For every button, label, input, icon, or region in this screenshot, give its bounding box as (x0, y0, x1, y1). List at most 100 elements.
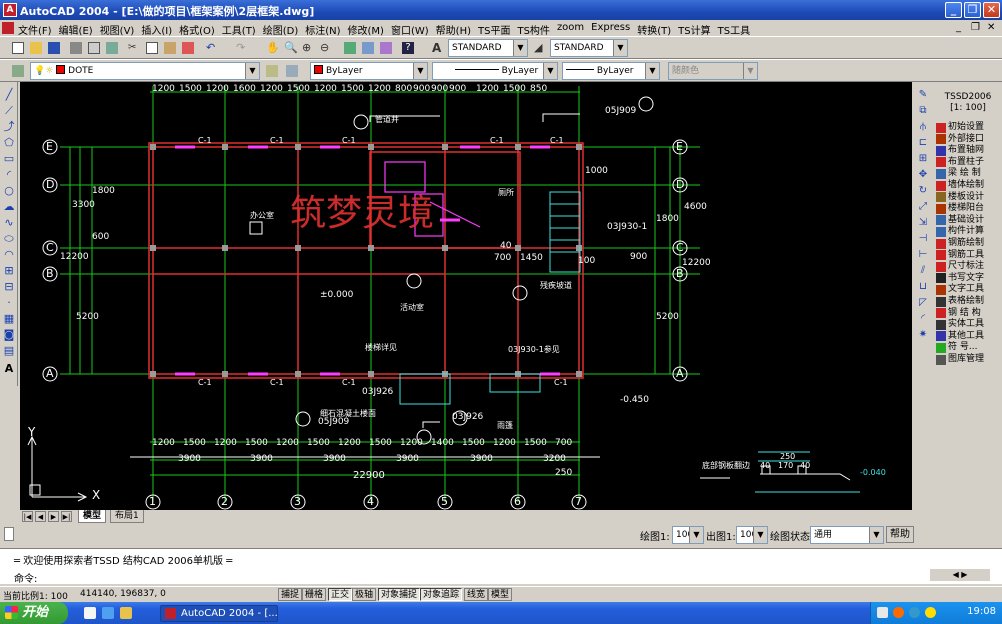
open-icon[interactable] (28, 40, 44, 56)
output-scale-select[interactable]: 100 ▼ (736, 526, 768, 544)
extend-icon[interactable]: ⊢ (916, 248, 930, 261)
tssd-menu-item[interactable]: 钢 结 构 (936, 308, 1000, 319)
properties-icon[interactable] (342, 40, 358, 56)
layer-select[interactable]: 💡☼ DOTE ▼ (30, 62, 260, 80)
paste-icon[interactable] (162, 40, 178, 56)
arc-icon[interactable]: ◜ (2, 168, 16, 181)
erase-icon[interactable]: ✎ (916, 88, 930, 101)
tssd-menu-item[interactable]: 初始设置 (936, 122, 1000, 133)
tssd-menu-item[interactable]: 布置柱子 (936, 157, 1000, 168)
lineweight-select[interactable]: ByLayer ▼ (562, 62, 660, 80)
make-current-icon[interactable] (264, 63, 280, 79)
chevron-down-icon[interactable]: ▼ (413, 63, 427, 79)
last-tab-icon[interactable]: ▶| (61, 511, 72, 522)
tssd-menu-item[interactable]: 基础设计 (936, 215, 1000, 226)
scrollbar-stub[interactable] (4, 527, 14, 541)
polygon-icon[interactable]: ⬠ (2, 136, 16, 149)
rotate-icon[interactable]: ↻ (916, 184, 930, 197)
spline-icon[interactable]: ∿ (2, 216, 16, 229)
title-bar[interactable]: A AutoCAD 2004 - [E:\做的项目\框架案例\2层框架.dwg]… (0, 0, 1002, 20)
insert-block-icon[interactable]: ⊞ (2, 264, 16, 277)
status-toggle-button[interactable]: 捕捉 (278, 588, 303, 601)
menu-item[interactable]: 工具(T) (222, 22, 256, 37)
fillet-icon[interactable]: ◜ (916, 312, 930, 325)
quicklaunch-folder-icon[interactable] (120, 607, 132, 619)
revcloud-icon[interactable]: ☁ (2, 200, 16, 213)
autocad-app-icon[interactable]: A (3, 3, 17, 17)
array-icon[interactable]: ⊞ (916, 152, 930, 165)
status-toggle-button[interactable]: 对象捕捉 (378, 588, 421, 601)
redo-icon[interactable]: ↷ (234, 40, 250, 56)
pan-icon[interactable]: ✋ (264, 40, 280, 56)
scale-icon[interactable]: ⤢ (916, 200, 930, 213)
layer-manager-icon[interactable] (10, 63, 26, 79)
region-icon[interactable]: ◙ (2, 328, 16, 341)
tssd-menu-item[interactable]: 楼梯阳台 (936, 203, 1000, 214)
move-icon[interactable]: ✥ (916, 168, 930, 181)
doc-minimize-button[interactable]: _ (956, 22, 961, 33)
draw-state-select[interactable]: 通用 ▼ (810, 526, 884, 544)
tssd-menu-item[interactable]: 其他工具 (936, 331, 1000, 342)
help-button[interactable]: 帮助 (886, 526, 914, 543)
chevron-down-icon[interactable]: ▼ (869, 527, 883, 543)
construction-line-icon[interactable]: ⟋ (2, 104, 16, 117)
tssd-menu-item[interactable]: 实体工具 (936, 319, 1000, 330)
publish-icon[interactable] (104, 40, 120, 56)
close-button[interactable]: ✕ (983, 2, 1000, 18)
break-icon[interactable]: ⫽ (916, 264, 930, 277)
copy-icon[interactable] (144, 40, 160, 56)
tssd-menu-item[interactable]: 梁 绘 制 (936, 168, 1000, 179)
quicklaunch-browser-icon[interactable] (102, 607, 114, 619)
help-icon[interactable]: ? (400, 40, 416, 56)
new-icon[interactable] (10, 40, 26, 56)
undo-icon[interactable]: ↶ (204, 40, 220, 56)
tab-model[interactable]: 模型 (78, 510, 107, 523)
tssd-menu-item[interactable]: 钢筋工具 (936, 250, 1000, 261)
zoom-previous-icon[interactable]: ⊖ (318, 40, 334, 56)
menu-item[interactable]: 转换(T) (637, 22, 671, 37)
menu-item[interactable]: TS工具 (718, 22, 750, 37)
start-button[interactable]: 开始 (0, 602, 68, 624)
menu-item[interactable]: 插入(I) (141, 22, 172, 37)
tssd-menu-item[interactable]: 墙体绘制 (936, 180, 1000, 191)
tray-volume-icon[interactable] (925, 607, 936, 618)
layer-previous-icon[interactable] (284, 63, 300, 79)
menu-item[interactable]: 编辑(E) (59, 22, 93, 37)
tssd-menu-item[interactable]: 文字工具 (936, 284, 1000, 295)
command-prompt[interactable]: 命令: (14, 570, 37, 585)
restore-button[interactable]: ❐ (964, 2, 981, 18)
command-window[interactable]: ═ 欢迎使用探索者TSSD 结构CAD 2006单机版 ═ 命令: ◀ ▶ (0, 548, 1002, 585)
status-toggle-button[interactable]: 极轴 (352, 588, 377, 601)
cut-icon[interactable]: ✂ (126, 40, 142, 56)
chamfer-icon[interactable]: ◸ (916, 296, 930, 309)
status-toggle-button[interactable]: 对象追踪 (420, 588, 463, 601)
chevron-down-icon[interactable]: ▼ (689, 527, 703, 543)
status-toggle-button[interactable]: 线宽 (464, 588, 489, 601)
menu-item[interactable]: 视图(V) (100, 22, 135, 37)
document-icon[interactable] (2, 22, 14, 34)
save-icon[interactable] (46, 40, 62, 56)
designcenter-icon[interactable] (360, 40, 376, 56)
mtext-icon[interactable]: A (2, 362, 16, 375)
menu-item[interactable]: 文件(F) (18, 22, 52, 37)
hatch-icon[interactable]: ▦ (2, 312, 16, 325)
tray-app-icon[interactable] (893, 607, 904, 618)
prev-tab-icon[interactable]: ◀ (35, 511, 46, 522)
tssd-menu-item[interactable]: 布置轴网 (936, 145, 1000, 156)
command-scrollbar[interactable]: ◀ ▶ (930, 569, 990, 581)
doc-close-button[interactable]: ✕ (987, 22, 995, 33)
match-prop-icon[interactable] (180, 40, 196, 56)
menu-item[interactable]: 标注(N) (305, 22, 340, 37)
copy-object-icon[interactable]: ⧉ (916, 104, 930, 117)
plot-style-select[interactable]: 随颜色 ▼ (668, 62, 758, 80)
linetype-select[interactable]: ByLayer ▼ (432, 62, 558, 80)
menu-item[interactable]: TS计算 (678, 22, 710, 37)
tool-palettes-icon[interactable] (378, 40, 394, 56)
dim-style-select[interactable]: STANDARD ▼ (550, 39, 628, 57)
menu-item[interactable]: zoom (557, 22, 584, 37)
chevron-down-icon[interactable]: ▼ (513, 40, 527, 56)
print-icon[interactable] (68, 40, 84, 56)
tssd-menu-item[interactable]: 尺寸标注 (936, 261, 1000, 272)
make-block-icon[interactable]: ⊟ (2, 280, 16, 293)
status-toggle-button[interactable]: 栅格 (302, 588, 327, 601)
